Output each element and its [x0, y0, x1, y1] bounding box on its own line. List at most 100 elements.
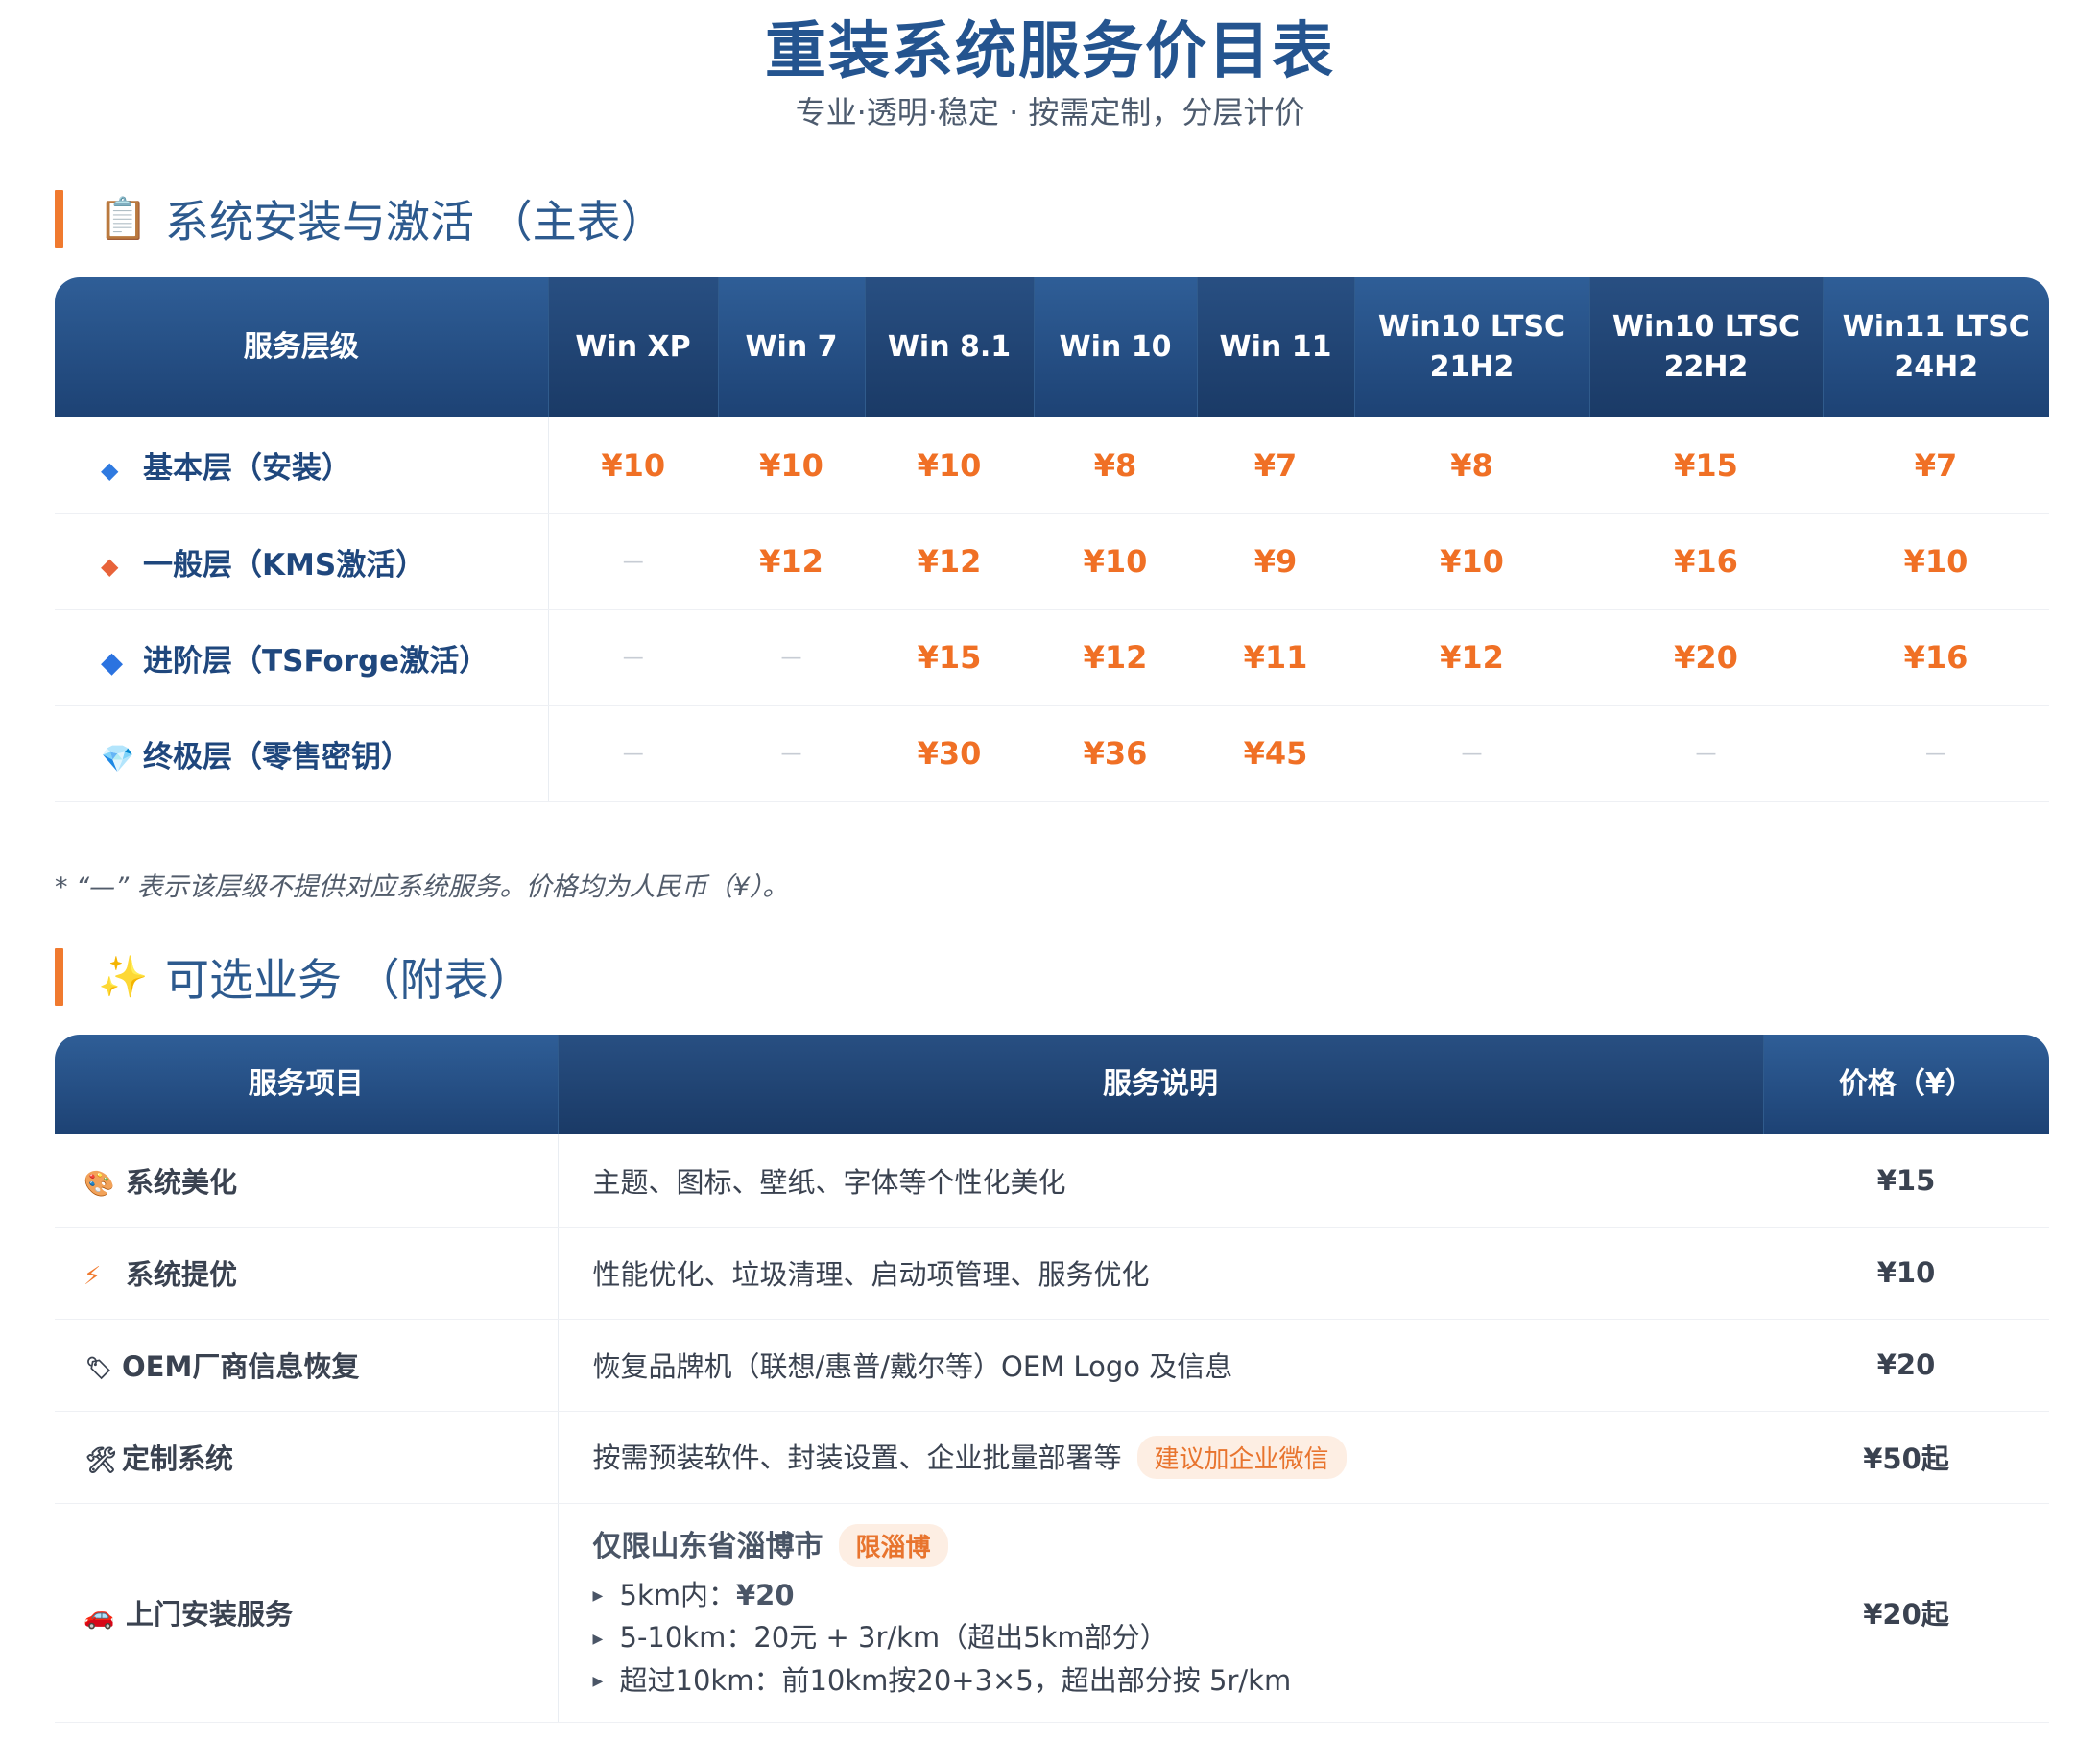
price-cell: ¥12: [1034, 609, 1197, 706]
optional-services-table: 服务项目 服务说明 价格（¥） 🎨 系统美化 主题、图标、壁纸、字体等个性化美化 …: [55, 1035, 2049, 1723]
section-main-title: 系统安装与激活 （主表）: [165, 196, 665, 248]
col-header-winxp: Win XP: [548, 277, 719, 417]
description-cell: 性能优化、垃圾清理、启动项管理、服务优化: [558, 1227, 1763, 1320]
item-name: 上门安装服务: [126, 1598, 294, 1631]
price-cell: ¥9: [1197, 513, 1354, 610]
price-cell: ¥12: [718, 513, 865, 610]
item-name: 定制系统: [122, 1442, 234, 1475]
price-cell: ¥16: [1589, 513, 1823, 610]
not-offered-cell: —: [1823, 705, 2049, 802]
page-subtitle: 专业·透明·稳定 · 按需定制，分层计价: [795, 94, 1305, 131]
zibo-only-tag: 限淄博: [838, 1523, 948, 1567]
tier-cell: ◆ 一般层（KMS激活）: [55, 513, 549, 610]
col-header-win10-ltsc-21h2: Win10 LTSC 21H2: [1354, 277, 1590, 417]
col-header-item: 服务项目: [55, 1035, 559, 1134]
not-offered-cell: —: [548, 705, 718, 802]
description-cell: 主题、图标、壁纸、字体等个性化美化: [558, 1134, 1763, 1228]
palette-icon: 🎨: [84, 1169, 115, 1199]
price-cell: ¥15: [1763, 1134, 2049, 1228]
not-offered-cell: —: [548, 609, 718, 706]
col-header-win11: Win 11: [1197, 277, 1355, 417]
tier-cell: ◆ 进阶层（TSForge激活）: [55, 609, 549, 706]
price-cell: ¥11: [1197, 609, 1354, 706]
large-blue-diamond-icon: ◆: [101, 645, 124, 679]
onsite-rule-2: ▶ 5-10km：20元 + 3r/km（超出5km部分）: [593, 1617, 1764, 1660]
onsite-region-text: 仅限山东省淄博市: [592, 1529, 823, 1563]
section-main-header: 📋 系统安装与激活 （主表）: [55, 188, 665, 250]
description-cell: 恢复品牌机（联想/惠普/戴尔等）OEM Logo 及信息: [558, 1319, 1763, 1412]
onsite-region: 仅限山东省淄博市 限淄博: [593, 1522, 1764, 1567]
price-cell: ¥7: [1197, 417, 1354, 514]
table-row: 🚗 上门安装服务 仅限山东省淄博市 限淄博 ▶ 5km内：¥20 ▶ 5-10km：20…: [55, 1503, 2049, 1723]
price-cell: ¥15: [865, 609, 1034, 706]
onsite-rule-1: ▶ 5km内：¥20: [593, 1575, 1764, 1618]
table-row: ⚡ 系统提优 性能优化、垃圾清理、启动项管理、服务优化 ¥10: [55, 1227, 2049, 1320]
price-cell: ¥30: [865, 705, 1034, 802]
table-row: ◆ 一般层（KMS激活） — ¥12 ¥12 ¥10 ¥9 ¥10 ¥16 ¥10: [55, 513, 2049, 610]
section-accent-bar: [55, 948, 63, 1006]
car-icon: 🚗: [84, 1602, 115, 1631]
sparkles-icon: ✨: [98, 953, 149, 1000]
table-row: 🛠 定制系统 按需预装软件、封装设置、企业批量部署等 建议加企业微信 ¥50起: [55, 1411, 2049, 1504]
price-cell: ¥10: [548, 417, 718, 514]
clipboard-icon: 📋: [98, 195, 149, 242]
price-cell: ¥10: [718, 417, 865, 514]
price-cell: ¥7: [1823, 417, 2049, 514]
price-cell: ¥10: [1823, 513, 2049, 610]
col-header-win7: Win 7: [718, 277, 866, 417]
price-cell: ¥45: [1197, 705, 1354, 802]
price-cell: ¥10: [1763, 1227, 2049, 1320]
item-cell: 🚗 上门安装服务: [55, 1503, 559, 1723]
not-offered-cell: —: [1589, 705, 1823, 802]
price-cell: ¥36: [1034, 705, 1197, 802]
price-cell: ¥20: [1589, 609, 1823, 706]
price-cell: ¥12: [1354, 609, 1589, 706]
not-offered-cell: —: [718, 609, 865, 706]
tools-icon: 🛠: [85, 1446, 118, 1475]
item-cell: 🎨 系统美化: [55, 1134, 559, 1228]
gem-icon: 💎: [101, 742, 134, 775]
blue-diamond-bullet-icon: ◆: [101, 456, 119, 484]
optional-table-header-row: 服务项目 服务说明 价格（¥）: [55, 1035, 2049, 1134]
tier-label: 进阶层（TSForge激活）: [143, 643, 489, 679]
price-cell: ¥20: [1763, 1319, 2049, 1412]
price-cell: ¥8: [1354, 417, 1589, 514]
price-cell: ¥16: [1823, 609, 2049, 706]
col-header-description: 服务说明: [558, 1035, 1764, 1134]
table-row: 💎 终极层（零售密钥） — — ¥30 ¥36 ¥45— — —: [55, 705, 2049, 802]
col-header-win10: Win 10: [1034, 277, 1198, 417]
price-cell: ¥50起: [1763, 1411, 2049, 1504]
item-name: OEM厂商信息恢复: [122, 1350, 360, 1383]
price-cell: ¥10: [865, 417, 1034, 514]
tier-cell: 💎 终极层（零售密钥）: [55, 705, 549, 802]
not-offered-cell: —: [718, 705, 865, 802]
item-cell: 🏷 OEM厂商信息恢复: [55, 1319, 559, 1412]
label-tag-icon: 🏷: [85, 1356, 112, 1381]
section-optional-title: 可选业务 （附表）: [165, 954, 533, 1006]
table-footnote: * “—” 表示该层级不提供对应系统服务。价格均为人民币（¥）。: [55, 872, 789, 902]
description-cell: 按需预装软件、封装设置、企业批量部署等 建议加企业微信: [558, 1411, 1763, 1504]
lightning-icon: ⚡: [84, 1262, 102, 1291]
table-row: ◆ 进阶层（TSForge激活） — — ¥15 ¥12 ¥11 ¥12 ¥20 ¥16: [55, 609, 2049, 706]
price-cell: ¥20起: [1763, 1503, 2049, 1723]
table-row: 🏷 OEM厂商信息恢复 恢复品牌机（联想/惠普/戴尔等）OEM Logo 及信息 …: [55, 1319, 2049, 1412]
section-optional-header: ✨ 可选业务 （附表）: [55, 946, 533, 1008]
page-title: 重装系统服务价目表: [765, 16, 1335, 87]
orange-diamond-bullet-icon: ◆: [101, 553, 119, 580]
tier-label: 基本层（安装）: [143, 451, 351, 487]
triangle-bullet-icon: ▶: [592, 1674, 604, 1690]
table-row: ◆ 基本层（安装） ¥10 ¥10 ¥10 ¥8 ¥7 ¥8 ¥15 ¥7: [55, 417, 2049, 514]
item-name: 系统美化: [126, 1165, 238, 1199]
col-header-win10-ltsc-22h2: Win10 LTSC 22H2: [1589, 277, 1824, 417]
not-offered-cell: —: [548, 513, 718, 610]
col-header-win11-ltsc-24h2: Win11 LTSC 24H2: [1823, 277, 2049, 417]
description-text: 按需预装软件、封装设置、企业批量部署等: [592, 1441, 1122, 1474]
triangle-bullet-icon: ▶: [592, 1631, 604, 1647]
onsite-rule-3: ▶ 超过10km：前10km按20+3×5，超出部分按 5r/km: [593, 1660, 1764, 1704]
tier-cell: ◆ 基本层（安装）: [55, 417, 549, 514]
section-accent-bar: [55, 190, 63, 248]
item-name: 系统提优: [126, 1258, 238, 1291]
description-cell: 仅限山东省淄博市 限淄博 ▶ 5km内：¥20 ▶ 5-10km：20元 + 3r/k…: [558, 1503, 1764, 1723]
item-cell: 🛠 定制系统: [55, 1411, 559, 1504]
triangle-bullet-icon: ▶: [592, 1588, 604, 1605]
